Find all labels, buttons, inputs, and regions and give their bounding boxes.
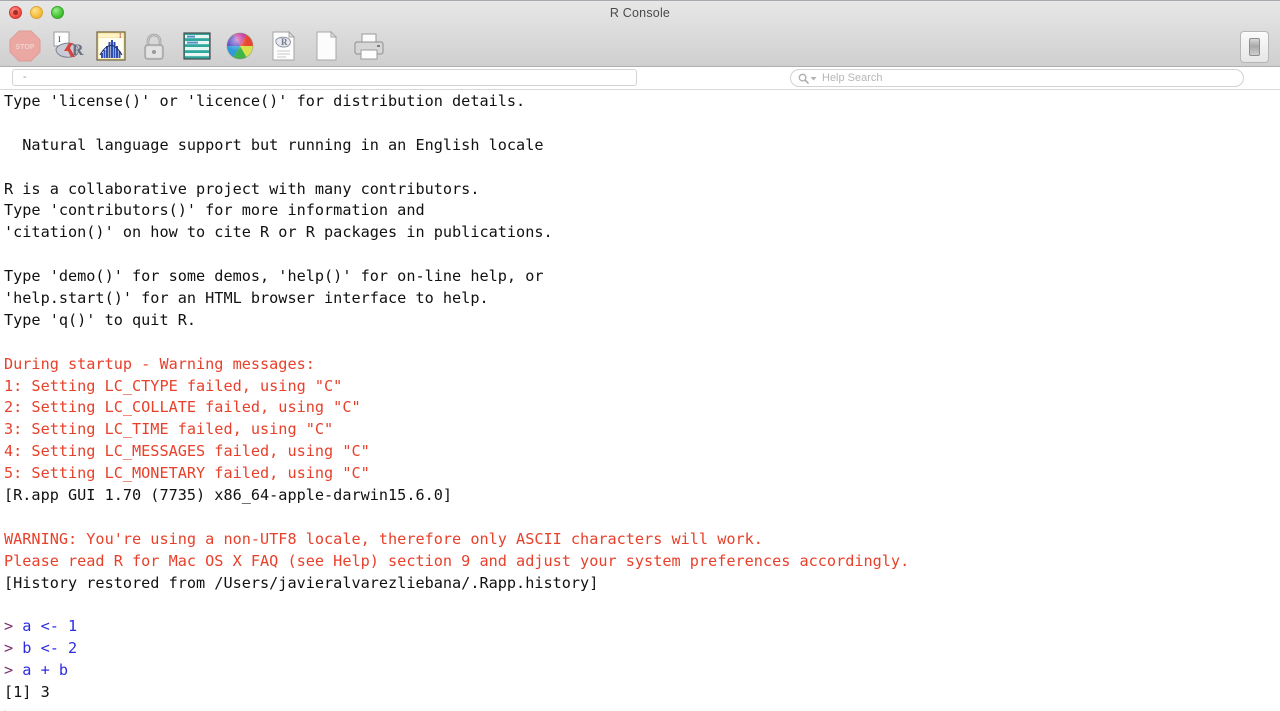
package-list-icon <box>183 32 211 60</box>
console-line-text: [1] 3 <box>4 683 50 702</box>
toolbar-toggle-icon <box>1249 38 1260 56</box>
packages-button[interactable] <box>178 27 216 65</box>
source-script-button[interactable]: I R <box>49 27 87 65</box>
toolbar-toggle-button[interactable] <box>1240 31 1269 63</box>
console-line: Type 'demo()' for some demos, 'help()' f… <box>4 266 1280 288</box>
chevron-down-icon <box>810 76 817 80</box>
r-document-icon: I R <box>53 31 84 59</box>
console-prompt: > <box>4 661 23 680</box>
console-line-text: Natural language support but running in … <box>4 135 544 154</box>
console-lines: Type 'license()' or 'licence()' for dist… <box>4 90 1280 711</box>
console-line-text: 'citation()' on how to cite R or R packa… <box>4 223 553 242</box>
console-line-text: 2: Setting LC_COLLATE failed, using "C" <box>4 398 361 417</box>
console-line-text: Type 'license()' or 'licence()' for dist… <box>4 92 526 110</box>
console-line: 5: Setting LC_MONETARY failed, using "C" <box>4 463 1280 485</box>
console-line-text: b <- 2 <box>22 639 78 658</box>
console-line: Type 'license()' or 'licence()' for dist… <box>4 91 1280 113</box>
console-line: > b <- 2 <box>4 638 1280 660</box>
console-line-text: [History restored from /Users/javieralva… <box>4 573 599 592</box>
console-line: During startup - Warning messages: <box>4 354 1280 376</box>
console-line: > a + b <box>4 660 1280 682</box>
svg-text:I: I <box>58 35 61 44</box>
console-line-text: Type 'contributors()' for more informati… <box>4 201 425 220</box>
search-bar: - Help Search <box>0 67 1280 90</box>
padlock-icon <box>144 33 164 60</box>
console-line: Please read R for Mac OS X FAQ (see Help… <box>4 551 1280 573</box>
console-line-text: Type 'demo()' for some demos, 'help()' f… <box>4 267 544 286</box>
console-line-text: 5: Setting LC_MONETARY failed, using "C" <box>4 464 370 483</box>
console-line: Type 'q()' to quit R. <box>4 310 1280 332</box>
console-line-text: 3: Setting LC_TIME failed, using "C" <box>4 420 334 439</box>
console-line-text: a <- 1 <box>22 617 78 636</box>
svg-text:STOP: STOP <box>16 44 35 51</box>
toolbar: STOP I R I R <box>0 25 1280 67</box>
titlebar: R Console <box>0 0 1280 27</box>
console-line: 'citation()' on how to cite R or R packa… <box>4 222 1280 244</box>
console-line: [R.app GUI 1.70 (7735) x86_64-apple-darw… <box>4 485 1280 507</box>
console-line: > a <- 1 <box>4 616 1280 638</box>
console-line-text: Please read R for Mac OS X FAQ (see Help… <box>4 551 910 570</box>
window-title: R Console <box>609 6 671 20</box>
console-prompt: > <box>4 639 23 658</box>
colors-button[interactable] <box>221 27 259 65</box>
console-output-area[interactable]: Type 'license()' or 'licence()' for dist… <box>0 90 1280 711</box>
console-line: [History restored from /Users/javieralva… <box>4 573 1280 595</box>
r-script-button[interactable]: R <box>264 27 302 65</box>
console-line-text: Type 'q()' to quit R. <box>4 310 197 329</box>
console-line-text: R is a collaborative project with many c… <box>4 179 480 198</box>
console-line: [1] 3 <box>4 682 1280 704</box>
console-line-text: During startup - Warning messages: <box>4 354 315 373</box>
blank-page-icon <box>316 30 338 61</box>
new-document-button[interactable] <box>307 27 345 65</box>
svg-text:R: R <box>72 42 84 59</box>
svg-text:R: R <box>281 37 288 47</box>
window-chrome: R Console STOP I R I R <box>0 0 1280 67</box>
console-line: WARNING: You're using a non-UTF8 locale,… <box>4 529 1280 551</box>
console-line: 'help.start()' for an HTML browser inter… <box>4 288 1280 310</box>
console-line: > <box>4 704 1280 711</box>
help-search-input[interactable]: Help Search <box>790 69 1244 87</box>
console-line: 3: Setting LC_TIME failed, using "C" <box>4 419 1280 441</box>
console-prompt: > <box>4 705 22 711</box>
status-field[interactable]: - <box>12 69 637 86</box>
console-line-text: WARNING: You're using a non-UTF8 locale,… <box>4 529 763 548</box>
authenticate-button[interactable] <box>135 27 173 65</box>
printer-icon <box>354 33 384 60</box>
console-line: Type 'contributors()' for more informati… <box>4 200 1280 222</box>
help-search-placeholder: Help Search <box>822 72 883 84</box>
print-button[interactable] <box>350 27 388 65</box>
console-line: R is a collaborative project with many c… <box>4 179 1280 201</box>
histogram-window-icon: I <box>96 31 126 61</box>
console-prompt: > <box>4 617 23 636</box>
stop-button[interactable]: STOP <box>6 27 44 65</box>
console-line: 2: Setting LC_COLLATE failed, using "C" <box>4 397 1280 419</box>
console-line-text: 1: Setting LC_CTYPE failed, using "C" <box>4 376 343 395</box>
console-line-text: 4: Setting LC_MESSAGES failed, using "C" <box>4 442 370 461</box>
console-line-text: a + b <box>22 661 69 680</box>
quartz-graphics-button[interactable]: I <box>92 27 130 65</box>
console-line-text: 'help.start()' for an HTML browser inter… <box>4 289 489 308</box>
search-icon <box>798 73 817 84</box>
stop-sign-icon: STOP <box>9 30 41 62</box>
console-line-text: [R.app GUI 1.70 (7735) x86_64-apple-darw… <box>4 486 453 505</box>
r-console-window: R Console STOP I R I R - Help Search Typ… <box>0 0 1280 711</box>
console-line: Natural language support but running in … <box>4 135 1280 157</box>
console-line: 4: Setting LC_MESSAGES failed, using "C" <box>4 441 1280 463</box>
r-page-icon: R <box>272 30 296 61</box>
console-line: 1: Setting LC_CTYPE failed, using "C" <box>4 376 1280 398</box>
color-wheel-icon <box>226 32 254 60</box>
